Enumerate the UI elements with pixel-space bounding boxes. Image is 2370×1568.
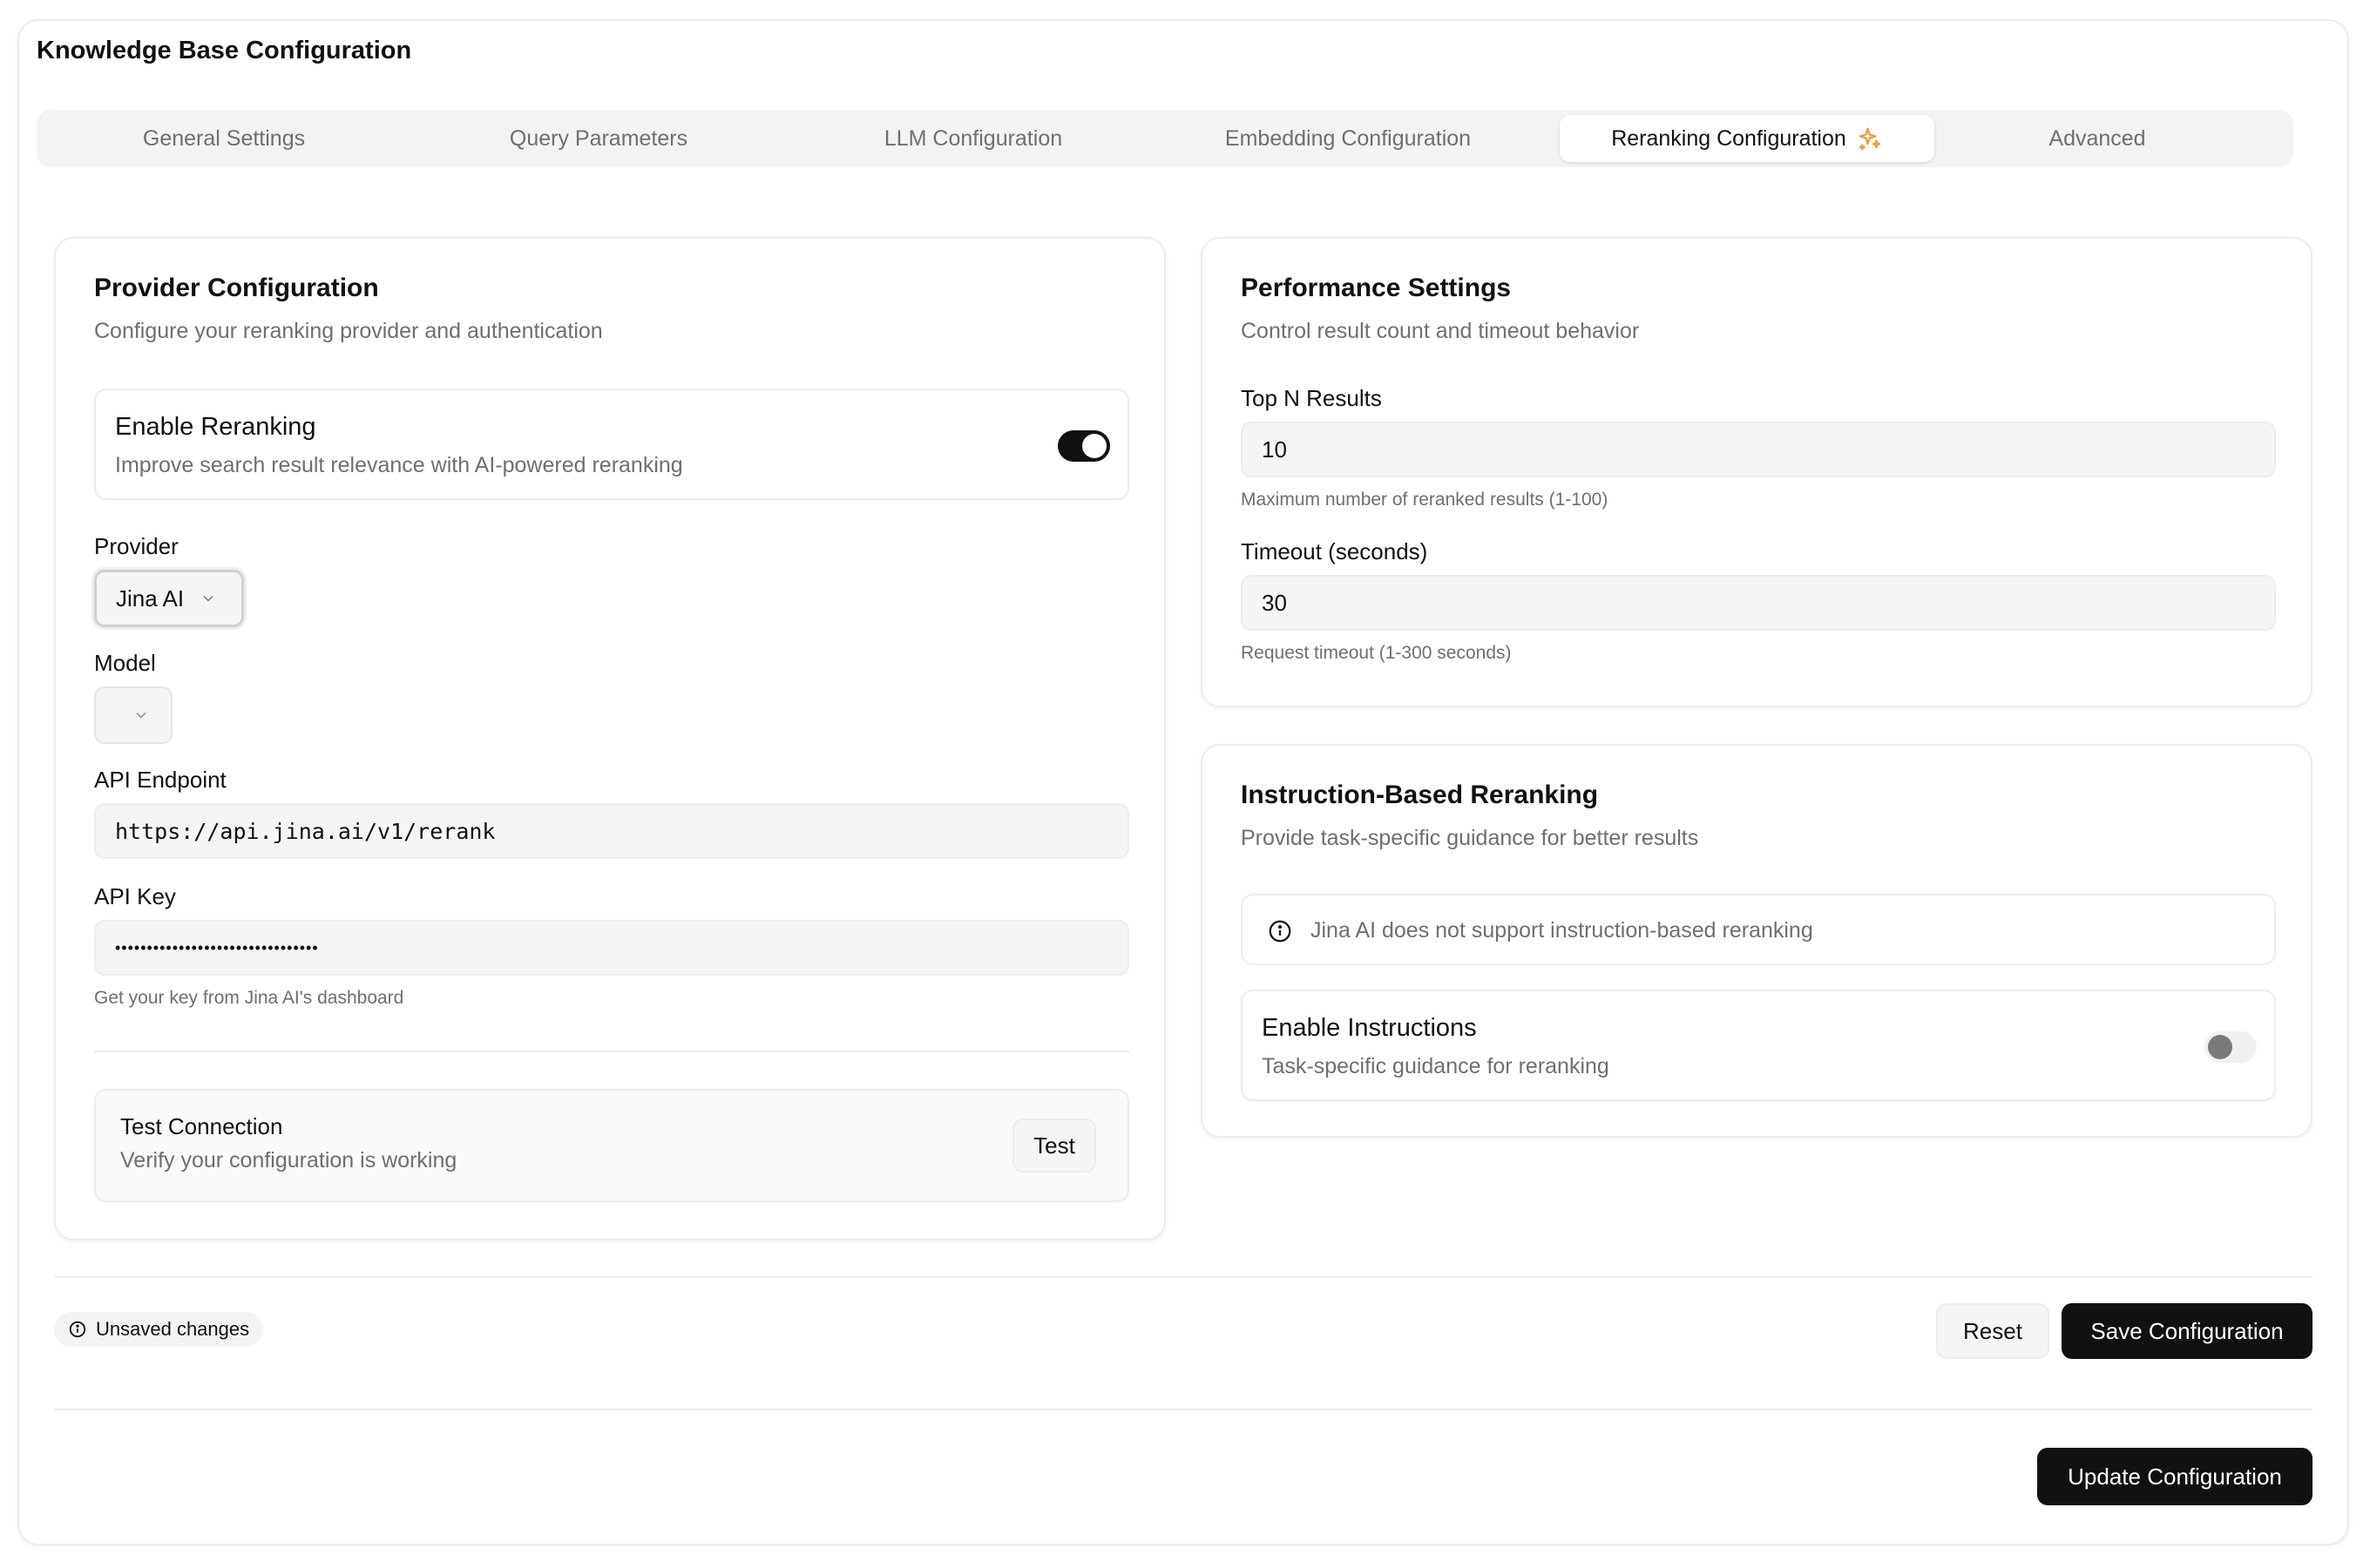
- test-connection-description: Verify your configuration is working: [120, 1148, 457, 1173]
- unsaved-changes-badge: Unsaved changes: [54, 1312, 264, 1347]
- api-key-label: API Key: [94, 883, 176, 909]
- provider-select-value: Jina AI: [116, 585, 185, 612]
- model-select[interactable]: [94, 686, 173, 744]
- tab-query-parameters[interactable]: Query Parameters: [416, 115, 781, 162]
- tab-label: Query Parameters: [509, 125, 688, 151]
- api-endpoint-label: API Endpoint: [94, 767, 227, 793]
- provider-configuration-card: Provider Configuration Configure your re…: [54, 237, 1166, 1240]
- enable-instructions-description: Task-specific guidance for reranking: [1262, 1054, 1609, 1078]
- unsaved-changes-text: Unsaved changes: [96, 1318, 250, 1340]
- tab-bar: General Settings Query Parameters LLM Co…: [37, 110, 2293, 167]
- provider-label: Provider: [94, 533, 179, 559]
- divider: [94, 1051, 1129, 1052]
- tab-embedding-configuration[interactable]: Embedding Configuration: [1166, 115, 1530, 162]
- test-connection-row: Test Connection Verify your configuratio…: [94, 1089, 1129, 1202]
- provider-select[interactable]: Jina AI: [94, 570, 244, 627]
- enable-reranking-row: Enable Reranking Improve search result r…: [94, 389, 1129, 500]
- divider: [54, 1276, 2312, 1278]
- api-key-hint: Get your key from Jina AI's dashboard: [94, 988, 404, 1008]
- timeout-input[interactable]: 30: [1241, 575, 2276, 631]
- tab-label: Reranking Configuration: [1611, 125, 1846, 151]
- tab-advanced[interactable]: Advanced: [1915, 115, 2279, 162]
- test-button[interactable]: Test: [1012, 1119, 1096, 1173]
- timeout-label: Timeout (seconds): [1241, 538, 1428, 564]
- enable-instructions-row: Enable Instructions Task-specific guidan…: [1241, 990, 2276, 1101]
- card-description: Configure your reranking provider and au…: [94, 319, 603, 343]
- chevron-down-icon: [132, 706, 150, 724]
- instruction-notice: Jina AI does not support instruction-bas…: [1241, 894, 2276, 965]
- instruction-reranking-card: Instruction-Based Reranking Provide task…: [1201, 744, 2312, 1138]
- instruction-notice-text: Jina AI does not support instruction-bas…: [1310, 918, 1813, 943]
- divider: [54, 1409, 2312, 1410]
- top-n-label: Top N Results: [1241, 385, 1382, 411]
- tab-label: Advanced: [2048, 125, 2146, 151]
- enable-reranking-title: Enable Reranking: [115, 413, 316, 441]
- enable-instructions-title: Enable Instructions: [1262, 1014, 1477, 1042]
- sparkles-icon: [1857, 125, 1883, 152]
- top-n-hint: Maximum number of reranked results (1-10…: [1241, 490, 1608, 510]
- timeout-hint: Request timeout (1-300 seconds): [1241, 643, 1512, 663]
- enable-reranking-description: Improve search result relevance with AI-…: [115, 453, 683, 477]
- page-title: Knowledge Base Configuration: [37, 37, 412, 64]
- update-configuration-button[interactable]: Update Configuration: [2037, 1448, 2312, 1505]
- performance-settings-card: Performance Settings Control result coun…: [1201, 237, 2312, 707]
- top-n-input[interactable]: 10: [1241, 422, 2276, 477]
- api-key-input[interactable]: ••••••••••••••••••••••••••••••••: [94, 920, 1129, 976]
- reset-button[interactable]: Reset: [1936, 1303, 2049, 1359]
- card-title: Instruction-Based Reranking: [1241, 781, 1599, 809]
- card-title: Performance Settings: [1241, 274, 1512, 302]
- tab-label: General Settings: [142, 125, 306, 151]
- model-label: Model: [94, 650, 156, 676]
- info-icon: [68, 1320, 87, 1339]
- enable-instructions-toggle[interactable]: [2204, 1031, 2257, 1063]
- card-description: Provide task-specific guidance for bette…: [1241, 826, 1699, 850]
- tab-general-settings[interactable]: General Settings: [42, 115, 406, 162]
- test-connection-title: Test Connection: [120, 1113, 283, 1139]
- enable-reranking-toggle[interactable]: [1058, 430, 1110, 462]
- card-description: Control result count and timeout behavio…: [1241, 319, 1640, 343]
- info-icon: [1267, 918, 1293, 944]
- chevron-down-icon: [200, 590, 217, 607]
- tab-reranking-configuration[interactable]: Reranking Configuration: [1560, 115, 1934, 162]
- card-title: Provider Configuration: [94, 274, 379, 302]
- api-endpoint-input[interactable]: https://api.jina.ai/v1/rerank: [94, 803, 1129, 859]
- tab-label: LLM Configuration: [884, 125, 1063, 151]
- tab-label: Embedding Configuration: [1224, 125, 1472, 151]
- save-configuration-button[interactable]: Save Configuration: [2062, 1303, 2312, 1359]
- tab-llm-configuration[interactable]: LLM Configuration: [791, 115, 1155, 162]
